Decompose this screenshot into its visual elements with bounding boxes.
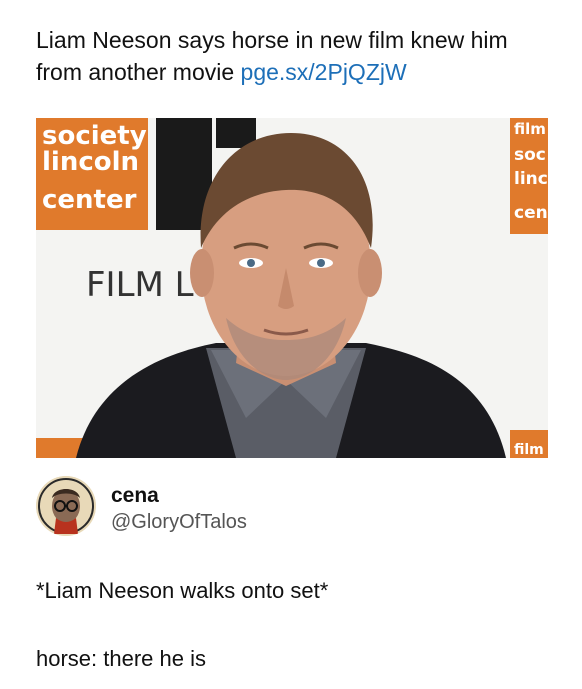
banner-text: FILM L [86, 265, 194, 305]
post-link[interactable]: pge.sx/2PjQZjW [241, 59, 407, 85]
avatar[interactable] [36, 476, 96, 536]
tweet-text-line2: horse: there he is [36, 646, 206, 671]
post-photo[interactable]: society lincoln center FILM L film soc l… [36, 118, 548, 458]
sign-left-line2: lincoln [42, 147, 139, 177]
post-caption-line2: from another movie pge.sx/2PjQZjW [36, 56, 556, 88]
post-caption-line2-text: from another movie [36, 59, 241, 85]
post-caption: Liam Neeson says horse in new film knew … [36, 24, 556, 88]
sign-right-line3: linc [514, 169, 548, 189]
sign-right-line4: cen [514, 203, 548, 223]
sign-left-line3: center [42, 185, 137, 215]
sign-bottom-right-text: film [514, 442, 544, 458]
photo-illustration: society lincoln center FILM L film soc l… [36, 118, 548, 458]
tweet-text-line1: *Liam Neeson walks onto set* [36, 578, 329, 603]
avatar-illustration [36, 476, 96, 536]
author-handle[interactable]: @GloryOfTalos [111, 511, 247, 534]
sign-right-line1: film [514, 120, 546, 138]
post-caption-line1: Liam Neeson says horse in new film knew … [36, 27, 508, 53]
author-name[interactable]: cena [111, 484, 159, 508]
sign-right-line2: soc [514, 145, 546, 165]
